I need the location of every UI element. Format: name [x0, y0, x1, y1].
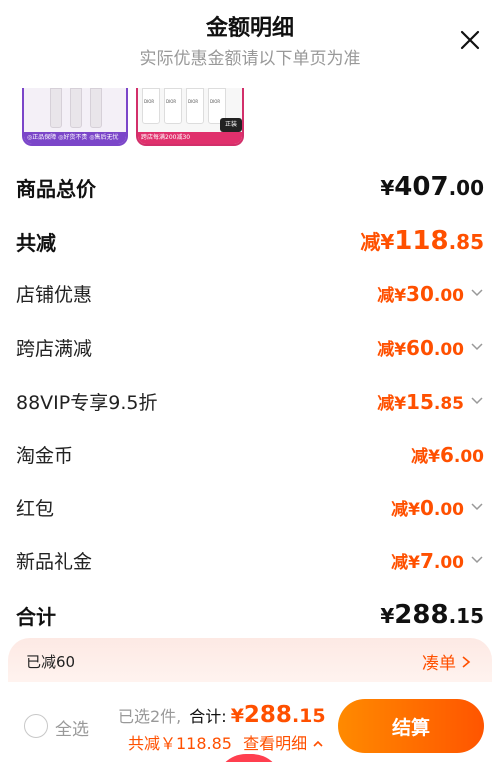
selected-count: 已选2件, [118, 707, 182, 726]
row-amount: 减 ¥6.00 [411, 443, 484, 467]
row-label: 合计 [16, 604, 56, 629]
chevron-down-icon[interactable] [470, 393, 484, 407]
view-details-link[interactable]: 查看明细 [243, 734, 324, 753]
chevron-down-icon[interactable] [470, 499, 484, 513]
row-amount: 减 ¥60.00 [377, 335, 484, 360]
discount-summary: 共减￥118.85 查看明细 [128, 730, 324, 754]
row-amount: ¥407.00 [380, 172, 484, 202]
sticker-badge: 正装 [220, 118, 242, 132]
row-cross-shop[interactable]: 跨店满减 减 ¥60.00 [16, 334, 484, 361]
row-sum: 合计 ¥288.15 [16, 600, 484, 630]
footer-summary: 已选2件, 合计: ¥288.15 [118, 702, 326, 728]
checkout-button[interactable]: 结算 [338, 699, 484, 753]
row-label: 跨店满减 [16, 338, 93, 360]
row-amount: 减 ¥118.85 [360, 226, 484, 256]
bottle-image [90, 88, 102, 128]
row-goods-total: 商品总价 ¥407.00 [16, 172, 484, 202]
row-amount: ¥288.15 [380, 600, 484, 630]
chevron-down-icon[interactable] [470, 552, 484, 566]
product-badge: 跨店每满200减30 [138, 132, 242, 144]
row-label: 88VIP专享9.5折 [16, 392, 158, 414]
total-amount: ¥288.15 [230, 702, 326, 728]
bottle-image [70, 88, 82, 128]
row-label: 店铺优惠 [16, 284, 93, 306]
total-label: 合计: [189, 707, 227, 726]
row-new-gift[interactable]: 新品礼金 减 ¥7.00 [16, 547, 484, 574]
bottle-image [50, 88, 62, 128]
row-total-discount: 共减 减 ¥118.85 [16, 226, 484, 256]
dialog-header: 金额明细 实际优惠金额请以下单页为准 [0, 0, 500, 90]
tube-image: DIOR [164, 88, 182, 124]
chevron-down-icon[interactable] [470, 339, 484, 353]
close-icon[interactable] [458, 28, 482, 52]
row-amount: 减 ¥15.85 [377, 389, 484, 414]
row-shop-coupon[interactable]: 店铺优惠 减 ¥30.00 [16, 280, 484, 307]
chevron-up-icon [313, 740, 323, 747]
saved-bar: 已减60 凑单 [8, 638, 492, 682]
chevron-right-icon [462, 655, 471, 668]
row-amount: 减 ¥0.00 [391, 495, 484, 520]
row-label: 共减 [16, 230, 56, 255]
row-amount: 减 ¥30.00 [377, 281, 484, 306]
saved-text: 已减60 [26, 653, 76, 671]
row-red-packet[interactable]: 红包 减 ¥0.00 [16, 494, 484, 521]
product-badge: ◎正品保障 ◎好货不贵 ◎售后无忧 [24, 132, 126, 144]
tube-image: DIOR [142, 88, 160, 124]
row-label: 新品礼金 [16, 551, 93, 573]
dialog-title: 金额明细 [205, 16, 294, 41]
discount-text: 共减￥118.85 [128, 734, 232, 753]
select-all-label[interactable]: 全选 [55, 715, 89, 740]
product-thumb-1[interactable]: ◎正品保障 ◎好货不贵 ◎售后无忧 [22, 88, 128, 146]
row-coins: 淘金币 减 ¥6.00 [16, 441, 484, 468]
row-label: 商品总价 [16, 176, 96, 201]
add-items-link[interactable]: 凑单 [422, 649, 472, 674]
product-thumb-2[interactable]: DIOR DIOR DIOR DIOR 正装 跨店每满200减30 [136, 88, 244, 146]
row-label: 淘金币 [16, 445, 74, 467]
row-vip-discount[interactable]: 88VIP专享9.5折 减 ¥15.85 [16, 388, 484, 415]
tube-image: DIOR [186, 88, 204, 124]
checkout-bar: 全选 已选2件, 合计: ¥288.15 共减￥118.85 查看明细 结算 [0, 682, 500, 762]
row-amount: 减 ¥7.00 [391, 548, 484, 573]
product-thumbnails: ◎正品保障 ◎好货不贵 ◎售后无忧 DIOR DIOR DIOR DIOR 正装… [0, 88, 500, 150]
select-all-radio[interactable] [24, 714, 48, 738]
row-label: 红包 [16, 498, 55, 520]
dialog-subtitle: 实际优惠金额请以下单页为准 [139, 49, 361, 69]
chevron-down-icon[interactable] [470, 285, 484, 299]
